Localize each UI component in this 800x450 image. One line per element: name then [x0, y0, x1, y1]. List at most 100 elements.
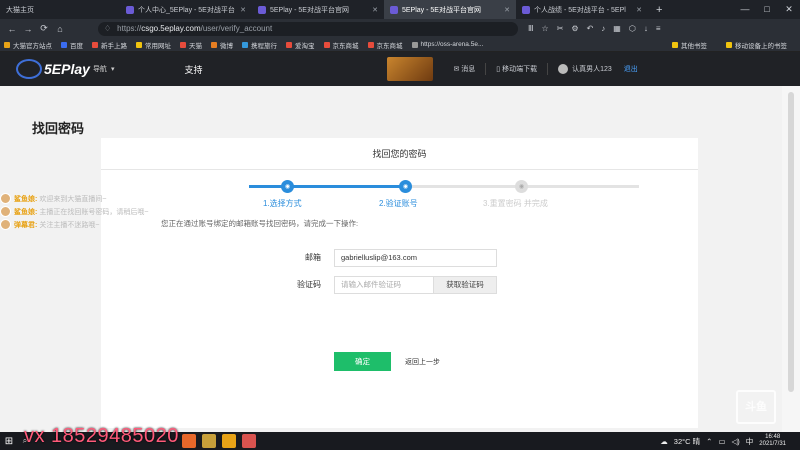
url-field[interactable]: ♢ https:// csgo.5eplay.com /user/verify_…: [98, 21, 518, 36]
app-icon[interactable]: [202, 434, 216, 448]
back-arrow-icon[interactable]: ←: [4, 24, 20, 34]
bookmark-item[interactable]: 京东商城: [367, 40, 403, 50]
tab-label: 个人中心_5EPlay - 5E对战平台: [138, 6, 235, 14]
site-logo[interactable]: 5EPlay 导航 ▾: [16, 59, 114, 79]
bookmark-item[interactable]: 大猫官方站点: [4, 40, 52, 50]
browser-tab-strip: 大猫主页 个人中心_5EPlay - 5E对战平台 ✕ 5EPlay - 5E对…: [0, 0, 800, 19]
tab-5eplay-active[interactable]: 5EPlay - 5E对战平台官网 ✕: [384, 0, 516, 19]
step-3-label: 3.重置密码 并完成: [483, 199, 548, 208]
stream-watermark-logo: 斗鱼: [736, 390, 776, 424]
message-icon[interactable]: ✉: [453, 65, 461, 73]
home-icon[interactable]: ⌂: [52, 24, 68, 34]
firefox-icon[interactable]: [182, 434, 196, 448]
folder-icon: [726, 41, 732, 48]
tab-personal-record[interactable]: 个人战绩 - 5E对战平台 - 5EPl ✕: [516, 0, 648, 19]
shield-icon: ♢: [104, 24, 112, 33]
input-method[interactable]: 中: [746, 436, 754, 447]
progress-track: [249, 185, 639, 188]
scrollbar-thumb[interactable]: [788, 92, 794, 392]
step-2-marker: ◉: [399, 180, 412, 193]
bookmark-item[interactable]: 新手上路: [92, 40, 127, 50]
user-name[interactable]: 认真男人123: [572, 64, 612, 74]
reading-list-icon[interactable]: Ⅲ: [528, 24, 534, 33]
email-field[interactable]: gabrielluslip@163.com: [334, 249, 497, 267]
code-row: 验证码 请输入邮件验证码 获取验证码: [101, 276, 698, 294]
menu-icon[interactable]: ≡: [656, 24, 661, 33]
avatar: [0, 219, 11, 230]
reload-icon[interactable]: ⟳: [36, 23, 52, 34]
extensions-icon[interactable]: ⬡: [629, 24, 636, 33]
forward-arrow-icon[interactable]: →: [20, 24, 36, 34]
network-icon[interactable]: ▭: [718, 437, 725, 446]
windows-start-icon[interactable]: ⊞: [0, 432, 18, 450]
logo-swirl-icon: [16, 59, 42, 79]
close-icon[interactable]: ✕: [500, 6, 510, 14]
divider: [485, 63, 487, 75]
bookmark-icon: [286, 41, 292, 48]
chat-message: 弹幕君: 关注主播不迷路哦~: [0, 218, 300, 231]
app-icon[interactable]: [242, 434, 256, 448]
gear-icon[interactable]: ⚙: [571, 24, 578, 33]
maximize-icon[interactable]: □: [756, 4, 778, 15]
chat-message: 鲨鱼娘: 主播正在找回账号密码，请稍后哦~: [0, 205, 300, 218]
divider: [547, 63, 549, 75]
page-title: 找回密码: [32, 121, 85, 136]
bookmark-item[interactable]: 百度: [61, 40, 83, 50]
tab-5eplay-1[interactable]: 5EPlay - 5E对战平台官网 ✕: [252, 0, 384, 19]
close-icon[interactable]: ✕: [368, 6, 378, 14]
avatar[interactable]: [558, 64, 569, 74]
promo-overlay-text: vx 18529485020: [24, 425, 179, 447]
bookmark-item[interactable]: 天猫: [180, 40, 202, 50]
logout-link[interactable]: 退出: [624, 64, 638, 74]
folder-icon: [136, 41, 142, 48]
progress-fill: [249, 185, 406, 188]
new-tab-button[interactable]: +: [648, 4, 670, 16]
chevron-up-icon[interactable]: ⌃: [706, 437, 712, 446]
folder-icon: [672, 41, 678, 48]
undo-icon[interactable]: ↶: [587, 24, 594, 33]
tab-personal-center[interactable]: 个人中心_5EPlay - 5E对战平台 ✕: [120, 0, 252, 19]
tab-label: 大猫主页: [6, 6, 34, 14]
get-code-button[interactable]: 获取验证码: [433, 276, 497, 294]
star-icon[interactable]: ☆: [542, 24, 549, 33]
bookmark-icon: [242, 41, 248, 48]
bookmark-item[interactable]: https://oss-arena.5e...: [411, 41, 483, 48]
confirm-button[interactable]: 确定: [334, 352, 391, 371]
bookmark-folder-other[interactable]: 其他书签: [672, 40, 707, 50]
window-controls: — □ ✕: [734, 4, 800, 15]
window-close-icon[interactable]: ✕: [778, 4, 800, 15]
bookmark-item[interactable]: 京东商城: [323, 40, 359, 50]
scrollbar[interactable]: [782, 86, 800, 434]
weather-icon: ☁: [660, 436, 668, 446]
bookmark-item[interactable]: 携程旅行: [242, 40, 277, 50]
promo-banner-image[interactable]: [387, 57, 434, 81]
bookmark-item[interactable]: 爱淘宝: [286, 40, 315, 50]
close-icon[interactable]: ✕: [632, 6, 642, 14]
url-path: /user/verify_account: [200, 24, 273, 33]
back-link[interactable]: 返回上一步: [405, 357, 440, 367]
step-2-label: 2.验证账号: [379, 199, 418, 208]
download-icon[interactable]: ↓: [644, 24, 648, 33]
bookmark-icon: [4, 41, 10, 48]
nav-support[interactable]: 支持: [184, 63, 202, 76]
bookmark-folder-mobile[interactable]: 移动设备上的书签: [726, 40, 787, 50]
scissors-icon[interactable]: ✂: [557, 24, 564, 33]
volume-icon[interactable]: ◁): [732, 437, 740, 446]
minimize-icon[interactable]: —: [734, 4, 756, 15]
bookmark-icon: [411, 41, 418, 48]
bookmark-item[interactable]: 常用网址: [136, 40, 171, 50]
bookmark-item[interactable]: 微博: [211, 40, 233, 50]
messages-link[interactable]: 消息: [461, 64, 475, 74]
mobile-download-link[interactable]: 移动端下载: [502, 64, 537, 74]
verification-code-input[interactable]: 请输入邮件验证码: [334, 276, 434, 294]
bookmark-icon: [323, 41, 330, 48]
grid-icon[interactable]: ▦: [613, 24, 621, 33]
chevron-down-icon: ▾: [110, 66, 115, 73]
clock[interactable]: 16:48 2021/7/31: [759, 434, 786, 448]
close-icon[interactable]: ✕: [236, 6, 246, 14]
tab-home[interactable]: 大猫主页: [0, 0, 120, 19]
weather-text[interactable]: 32°C 晴: [674, 436, 700, 447]
bookmark-icon: [211, 41, 217, 48]
bell-icon[interactable]: ♪: [601, 24, 605, 33]
game-icon[interactable]: [222, 434, 236, 448]
